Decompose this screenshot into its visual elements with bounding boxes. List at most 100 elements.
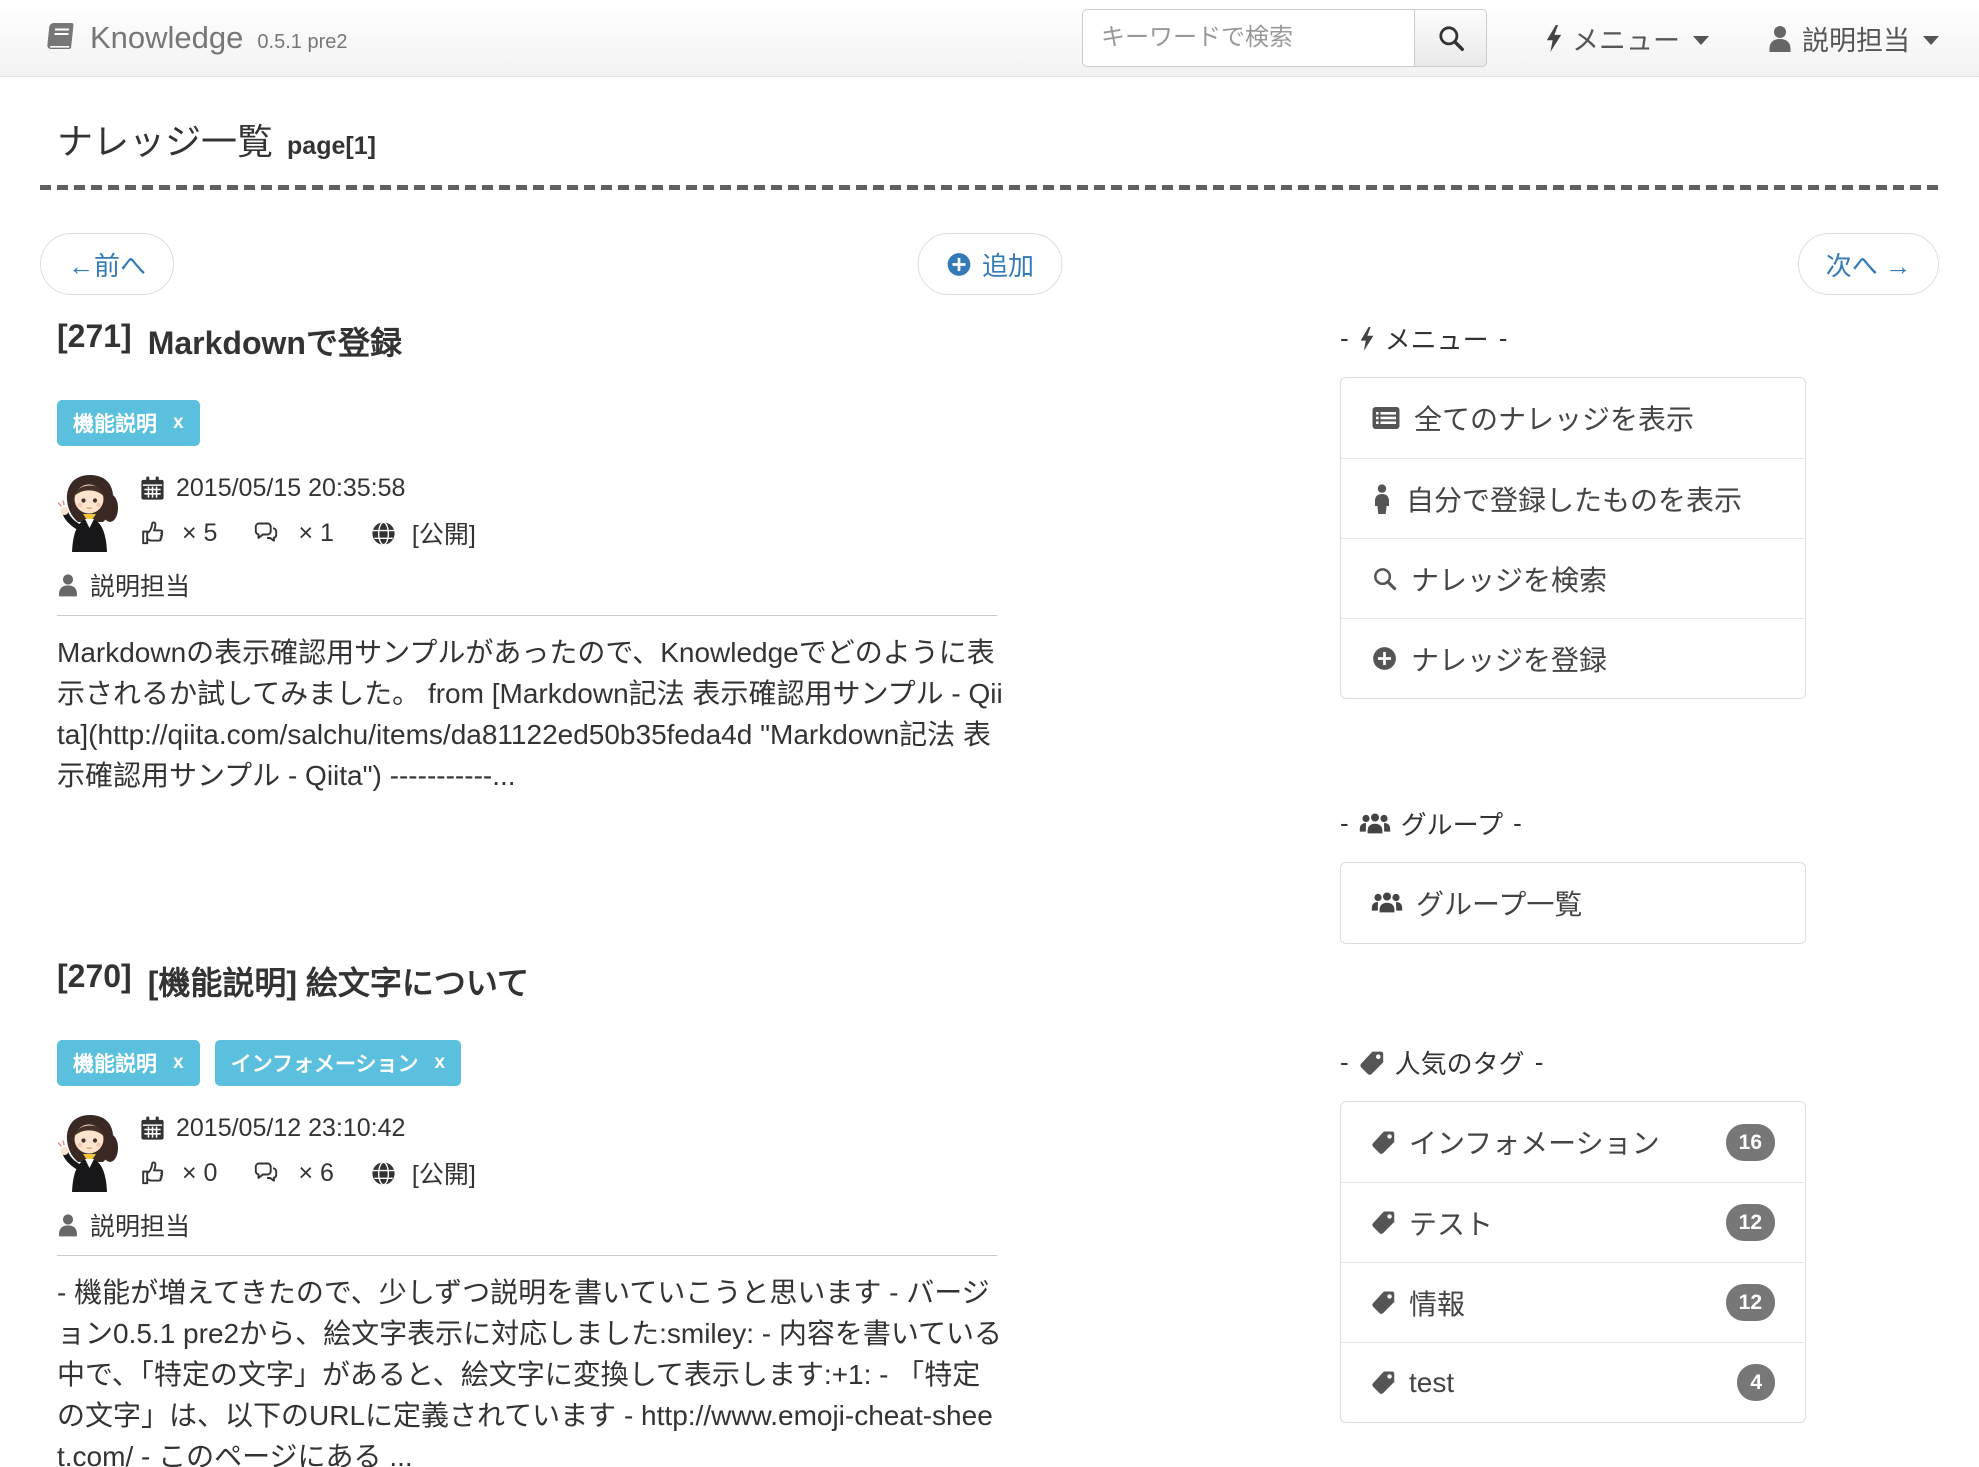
tag-remove[interactable]: x <box>435 1052 446 1074</box>
knowledge-tags: 機能説明 x <box>57 400 990 446</box>
knowledge-item[interactable]: [270] [機能説明] 絵文字について 機能説明 x インフォメーション x <box>57 958 990 1467</box>
knowledge-title-text: Markdownで登録 <box>148 318 402 364</box>
avatar <box>57 1112 123 1192</box>
menu-dropdown[interactable]: メニュー <box>1545 19 1709 58</box>
knowledge-datetime: 2015/05/12 23:10:42 <box>176 1114 405 1143</box>
navbar: Knowledge 0.5.1 pre2 メニュー 説明担当 <box>0 0 1979 77</box>
brand-version: 0.5.1 pre2 <box>257 31 347 54</box>
knowledge-excerpt: - 機能が増えてきたので、少しずつ説明を書いていこうと思います - バージョン0… <box>57 1272 1007 1467</box>
sidebar-menu-header: - メニュー - <box>1340 320 1806 357</box>
sidebar-item-search-knowledge[interactable]: ナレッジを検索 <box>1341 538 1805 618</box>
knowledge-item[interactable]: [271] Markdownで登録 機能説明 x 2015/05/15 20:3… <box>57 318 990 796</box>
plus-circle-icon <box>1371 645 1398 672</box>
tag-count-badge: 16 <box>1726 1124 1775 1161</box>
tag-icon <box>1371 1130 1396 1155</box>
tag-chip-label: 機能説明 <box>73 1048 157 1078</box>
menu-dropdown-label: メニュー <box>1572 19 1680 58</box>
comments-icon <box>253 1159 283 1187</box>
tag-row-information[interactable]: インフォメーション 16 <box>1341 1102 1805 1182</box>
sidebar-section-tags: - 人気のタグ - インフォメーション 16 テスト <box>1340 1044 1806 1423</box>
comment-count: × 1 <box>298 519 333 548</box>
knowledge-title[interactable]: [271] Markdownで登録 <box>57 318 990 364</box>
prev-button[interactable]: ←前へ <box>40 233 174 295</box>
like-count: × 0 <box>182 1159 217 1188</box>
search-input[interactable] <box>1082 9 1414 67</box>
next-button-label: 次へ → <box>1826 246 1911 283</box>
knowledge-meta: 2015/05/15 20:35:58 × 5 × 1 <box>57 472 990 563</box>
knowledge-author: 説明担当 <box>57 1207 990 1243</box>
knowledge-title[interactable]: [270] [機能説明] 絵文字について <box>57 958 990 1004</box>
brand[interactable]: Knowledge 0.5.1 pre2 <box>40 20 347 56</box>
caret-down-icon <box>1693 36 1709 45</box>
navbar-right: メニュー 説明担当 <box>1082 9 1939 67</box>
search-icon <box>1371 565 1398 592</box>
prev-button-label: ←前へ <box>68 246 146 283</box>
comments-icon <box>253 519 283 547</box>
like-count: × 5 <box>182 519 217 548</box>
users-icon <box>1371 890 1403 916</box>
sidebar-item-show-mine[interactable]: 自分で登録したものを表示 <box>1341 458 1805 538</box>
knowledge-title-text: [機能説明] 絵文字について <box>148 958 529 1004</box>
pager-row: ←前へ 追加 次へ → <box>40 232 1939 296</box>
page-header: ナレッジ一覧 page[1] <box>40 113 1939 165</box>
tag-count-badge: 4 <box>1737 1364 1775 1401</box>
knowledge-meta: 2015/05/12 23:10:42 × 0 × 6 <box>57 1112 990 1203</box>
tag-chip-label: 機能説明 <box>73 408 157 438</box>
brand-name: Knowledge <box>90 20 243 56</box>
tag-chip[interactable]: インフォメーション x <box>215 1040 462 1086</box>
search-icon <box>1436 23 1466 53</box>
knowledge-author: 説明担当 <box>57 567 990 603</box>
tag-remove[interactable]: x <box>173 412 184 434</box>
sidebar-item-add-knowledge[interactable]: ナレッジを登録 <box>1341 618 1805 698</box>
sidebar-tags-title: 人気のタグ <box>1395 1044 1525 1081</box>
tag-chip-label: インフォメーション <box>231 1048 419 1078</box>
book-icon <box>40 20 76 56</box>
add-button-label: 追加 <box>982 246 1034 283</box>
globe-icon <box>370 1160 397 1187</box>
tags-panel: インフォメーション 16 テスト 12 情報 12 <box>1340 1101 1806 1423</box>
tag-chip[interactable]: 機能説明 x <box>57 1040 200 1086</box>
tag-chip[interactable]: 機能説明 x <box>57 400 200 446</box>
tag-icon <box>1359 1050 1385 1076</box>
avatar <box>57 472 123 552</box>
add-button[interactable]: 追加 <box>917 233 1062 295</box>
user-dropdown[interactable]: 説明担当 <box>1767 19 1939 58</box>
next-button[interactable]: 次へ → <box>1798 233 1939 295</box>
sidebar-item-group-list[interactable]: グループ一覧 <box>1341 863 1805 943</box>
thumbs-up-icon <box>139 1159 167 1187</box>
male-icon <box>1371 484 1393 514</box>
tag-row-info[interactable]: 情報 12 <box>1341 1262 1805 1342</box>
knowledge-datetime: 2015/05/15 20:35:58 <box>176 474 405 503</box>
tag-remove[interactable]: x <box>173 1052 184 1074</box>
users-icon <box>1359 811 1391 837</box>
knowledge-list: [271] Markdownで登録 機能説明 x 2015/05/15 20:3… <box>40 296 990 1467</box>
meta-divider <box>57 615 997 616</box>
user-icon <box>57 1213 79 1237</box>
author-name: 説明担当 <box>90 567 190 603</box>
tag-icon <box>1371 1370 1396 1395</box>
tag-count-badge: 12 <box>1726 1204 1775 1241</box>
list-icon <box>1371 404 1401 432</box>
group-panel: グループ一覧 <box>1340 862 1806 944</box>
author-name: 説明担当 <box>90 1207 190 1243</box>
calendar-icon <box>139 1115 166 1142</box>
tag-count-badge: 12 <box>1726 1284 1775 1321</box>
sidebar-section-group: - グループ - グループ一覧 <box>1340 805 1806 944</box>
search-button[interactable] <box>1414 9 1487 67</box>
visibility-label: [公開] <box>412 515 476 551</box>
dashed-divider <box>40 185 1939 190</box>
tag-icon <box>1371 1210 1396 1235</box>
knowledge-excerpt: Markdownの表示確認用サンプルがあったので、Knowledgeでどのように… <box>57 632 1007 796</box>
meta-divider <box>57 1255 997 1256</box>
tag-row-test[interactable]: test 4 <box>1341 1342 1805 1422</box>
sidebar: - メニュー - 全てのナレッジを表示 自分で登録したものを表示 <box>1340 296 1806 1467</box>
sidebar-group-title: グループ <box>1401 805 1503 842</box>
visibility-label: [公開] <box>412 1155 476 1191</box>
comment-count: × 6 <box>298 1159 333 1188</box>
sidebar-item-show-all[interactable]: 全てのナレッジを表示 <box>1341 378 1805 458</box>
bolt-icon <box>1545 25 1563 52</box>
tag-row-test-ja[interactable]: テスト 12 <box>1341 1182 1805 1262</box>
tag-icon <box>1371 1290 1396 1315</box>
sidebar-menu-title: メニュー <box>1385 320 1489 357</box>
sidebar-section-menu: - メニュー - 全てのナレッジを表示 自分で登録したものを表示 <box>1340 320 1806 699</box>
